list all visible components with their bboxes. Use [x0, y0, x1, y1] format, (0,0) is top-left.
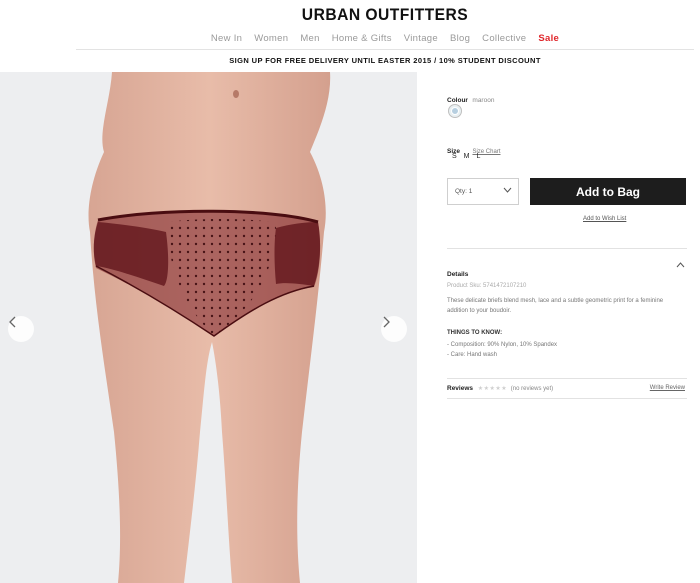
- chevron-up-icon[interactable]: [676, 262, 685, 268]
- details-divider: [447, 248, 687, 249]
- reviews-row: Reviews ★★★★★ (no reviews yet) Write Rev…: [447, 385, 687, 392]
- reviews-count: (no reviews yet): [510, 386, 554, 392]
- product-sku: Product Sku: 5741472107210: [447, 283, 527, 289]
- add-to-wish-list-link[interactable]: Add to Wish List: [583, 216, 626, 222]
- size-options: S M L: [452, 153, 480, 160]
- chevron-left-icon: [9, 316, 16, 328]
- quantity-value: Qty: 1: [455, 188, 473, 195]
- things-to-know-list: - Composition: 90% Nylon, 10% Spandex - …: [447, 340, 557, 360]
- write-review-link[interactable]: Write Review: [650, 385, 685, 391]
- nav-collective[interactable]: Collective: [482, 33, 526, 44]
- reviews-label: Reviews: [447, 385, 474, 392]
- nav-divider: [76, 49, 694, 50]
- composition-item: - Composition: 90% Nylon, 10% Spandex: [447, 342, 558, 348]
- nav-sale[interactable]: Sale: [538, 33, 559, 44]
- care-item: - Care: Hand wash: [447, 352, 498, 358]
- reviews-divider: [447, 378, 687, 379]
- nav-blog[interactable]: Blog: [450, 33, 470, 44]
- size-option-l[interactable]: L: [477, 153, 481, 160]
- rating-stars-icon: ★★★★★: [477, 386, 508, 392]
- product-photo: [0, 72, 417, 583]
- quantity-select[interactable]: Qty: 1: [447, 178, 519, 205]
- nav-men[interactable]: Men: [300, 33, 319, 44]
- product-description: These delicate briefs blend mesh, lace a…: [447, 298, 664, 314]
- main-navigation: New In Women Men Home & Gifts Vintage Bl…: [0, 33, 700, 44]
- chevron-right-icon: [383, 316, 390, 328]
- gallery-prev-button[interactable]: [8, 316, 34, 342]
- details-label: Details: [447, 271, 469, 278]
- colour-value: maroon: [472, 97, 495, 104]
- add-to-bag-button[interactable]: Add to Bag: [530, 178, 686, 205]
- nav-new-in[interactable]: New In: [211, 33, 242, 44]
- product-image-gallery[interactable]: [0, 72, 417, 583]
- nav-women[interactable]: Women: [254, 33, 288, 44]
- nav-home-gifts[interactable]: Home & Gifts: [332, 33, 392, 44]
- promo-banner[interactable]: SIGN UP FOR FREE DELIVERY UNTIL EASTER 2…: [0, 56, 700, 65]
- nav-vintage[interactable]: Vintage: [404, 33, 438, 44]
- colour-label: Colour: [447, 97, 468, 104]
- size-option-m[interactable]: M: [464, 153, 470, 160]
- site-logo[interactable]: URBAN OUTFITTERS: [31, 5, 700, 25]
- details-header[interactable]: Details: [447, 262, 687, 281]
- gallery-next-button[interactable]: [381, 316, 407, 342]
- things-to-know-title: THINGS TO KNOW:: [447, 330, 503, 336]
- colour-swatch[interactable]: [448, 104, 462, 118]
- size-option-s[interactable]: S: [452, 153, 457, 160]
- reviews-bottom-divider: [447, 398, 687, 399]
- chevron-down-icon: [503, 187, 512, 193]
